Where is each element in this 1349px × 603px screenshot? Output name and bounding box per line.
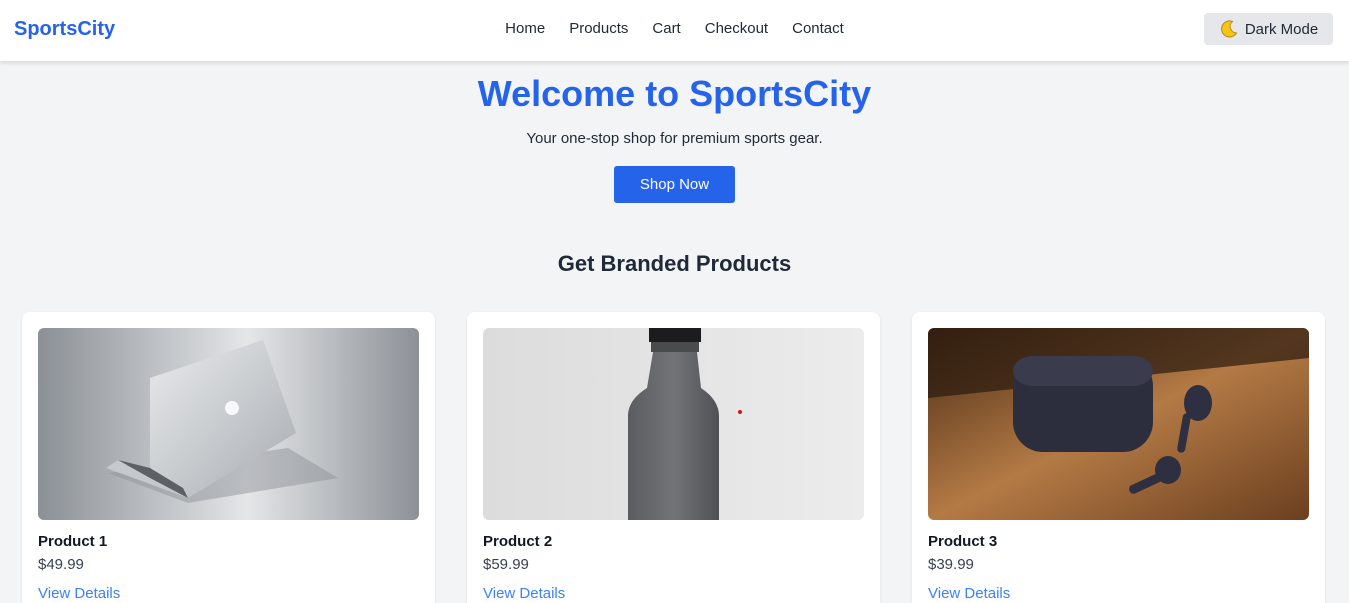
- earbuds-image[interactable]: [928, 328, 1309, 520]
- product-price: $59.99: [483, 556, 529, 573]
- shop-now-button[interactable]: Shop Now: [614, 166, 735, 203]
- nav-link-contact[interactable]: Contact: [792, 20, 844, 37]
- section-title: Get Branded Products: [557, 251, 792, 276]
- product-card: Product 1 $49.99 View Details: [22, 312, 435, 603]
- hero-subtitle: Your one-stop shop for premium sports ge…: [526, 130, 823, 147]
- product-name: Product 1: [38, 533, 108, 550]
- dark-mode-label: Dark Mode: [1244, 20, 1319, 38]
- nav-link-products[interactable]: Products: [569, 20, 628, 37]
- hero-section: Welcome to SportsCity Your one-stop shop…: [0, 70, 1349, 203]
- product-name: Product 3: [928, 533, 998, 550]
- navbar: SportsCity Home Products Cart Checkout C…: [0, 0, 1349, 61]
- bottle-image[interactable]: [483, 328, 864, 520]
- view-details-link[interactable]: View Details: [38, 585, 419, 602]
- dark-mode-button[interactable]: Dark Mode: [1204, 13, 1333, 45]
- view-details-link[interactable]: View Details: [928, 585, 1309, 602]
- product-grid: Product 1 $49.99 View Details Product 2 …: [22, 312, 1325, 603]
- hero-title: Welcome to SportsCity: [477, 73, 872, 114]
- nav-links: Home Products Cart Checkout Contact: [0, 20, 1349, 37]
- view-details-link[interactable]: View Details: [483, 585, 864, 602]
- product-name: Product 2: [483, 533, 553, 550]
- product-price: $39.99: [928, 556, 974, 573]
- moon-icon: [1220, 20, 1238, 38]
- laptop-image[interactable]: [38, 328, 419, 520]
- product-card: Product 3 $39.99 View Details: [912, 312, 1325, 603]
- nav-link-home[interactable]: Home: [505, 20, 545, 37]
- nav-link-cart[interactable]: Cart: [652, 20, 680, 37]
- nav-link-checkout[interactable]: Checkout: [705, 20, 768, 37]
- product-card: Product 2 $59.99 View Details: [467, 312, 880, 603]
- product-price: $49.99: [38, 556, 84, 573]
